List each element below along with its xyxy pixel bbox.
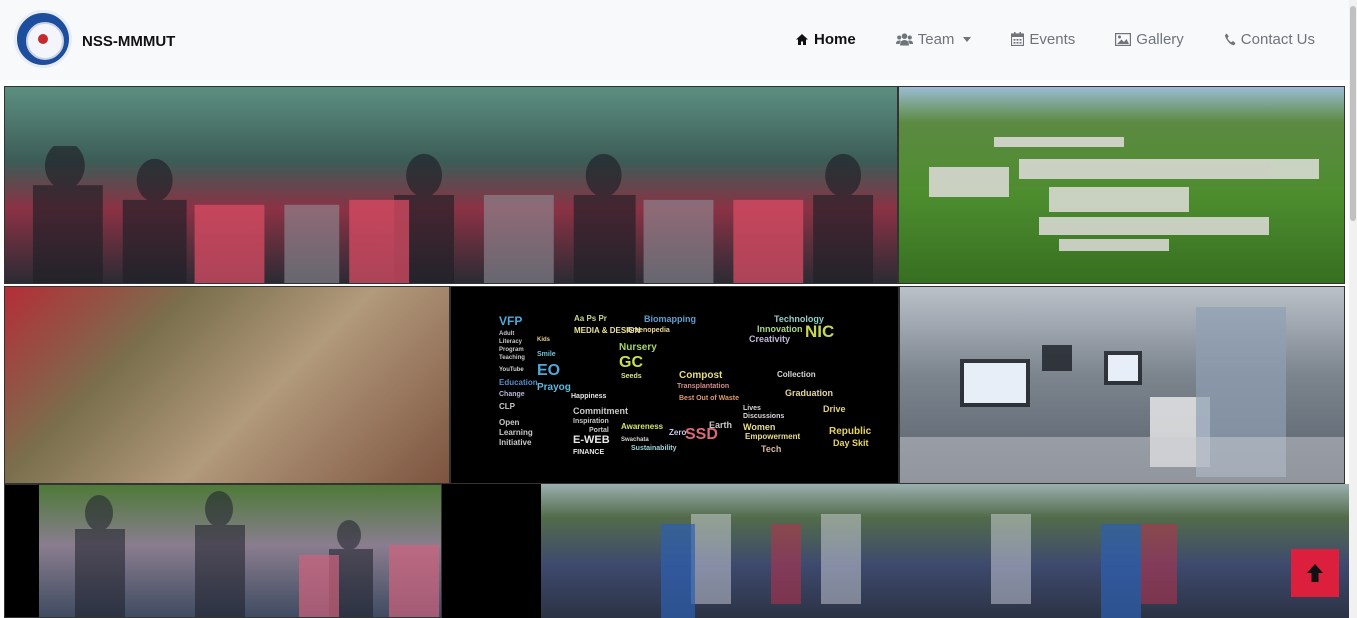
wordcloud-word: Portal <box>589 427 609 434</box>
wordcloud-word: Lives <box>743 405 761 412</box>
team-group-photo <box>4 86 898 284</box>
wordcloud-word: Biomapping <box>644 314 696 324</box>
nav-gallery[interactable]: Gallery <box>1115 28 1184 50</box>
volunteers-photo-inner <box>39 485 441 617</box>
wordcloud-word: Zero <box>669 428 687 437</box>
wordcloud-word: Inspiration <box>573 418 609 425</box>
nav-home[interactable]: Home <box>795 28 856 50</box>
wordcloud-word: Change <box>499 391 525 398</box>
wordcloud-word: Sustainability <box>631 445 677 452</box>
wordcloud-word: Graduation <box>785 388 834 398</box>
wordcloud-word: GC <box>619 354 643 371</box>
image-icon <box>1115 32 1132 46</box>
wordcloud-word: Program <box>499 347 524 353</box>
wordcloud-word: Open <box>499 418 520 427</box>
nss-emblem-icon <box>14 10 72 68</box>
wordcloud-word: Nursery <box>619 342 657 353</box>
wordcloud-word: Collection <box>777 370 816 379</box>
wordcloud-word: Transplantation <box>677 383 730 390</box>
main-nav: Home Team Events Gallery Contact Us <box>755 28 1315 50</box>
wordcloud-word: Happiness <box>571 393 607 400</box>
wordcloud-word: Best Out of Waste <box>679 395 740 402</box>
wordcloud-word: Republic <box>829 426 872 437</box>
phone-icon <box>1224 33 1236 45</box>
scrollbar-thumb[interactable] <box>1350 6 1356 221</box>
activities-wordcloud: VFP Aa Ps Pr Biomapping Technology MEDIA… <box>450 286 899 484</box>
wordcloud-word: Adult <box>499 331 515 337</box>
wordcloud-word: Teaching <box>499 355 525 361</box>
wordcloud-word: Literacy <box>499 339 523 345</box>
wordcloud-word: Empowerment <box>745 432 801 441</box>
nav-contact-label: Contact Us <box>1240 30 1315 48</box>
wordcloud-word: Education <box>499 378 538 387</box>
users-icon <box>895 32 913 45</box>
people-silhouettes <box>661 514 1177 618</box>
computer-lab-photo <box>899 286 1345 484</box>
wordcloud-word: Swachata <box>621 437 649 443</box>
wordcloud-word: Greenopedia <box>627 327 670 334</box>
wordcloud-word: Initiative <box>499 438 532 447</box>
wordcloud-word: Discussions <box>743 413 785 420</box>
wordcloud-word: Learning <box>499 428 533 437</box>
wordcloud-word: Tech <box>761 444 782 454</box>
wordcloud-word: E-WEB <box>573 434 610 446</box>
home-icon <box>796 33 809 45</box>
photo-gallery: VFP Aa Ps Pr Biomapping Technology MEDIA… <box>0 80 1349 618</box>
chevron-down-icon <box>963 36 972 42</box>
nav-gallery-label: Gallery <box>1136 30 1184 48</box>
top-navbar: NSS-MMMUT Home Team Events Gallery Conta… <box>0 0 1357 80</box>
lab-scene <box>900 307 1344 483</box>
nav-events[interactable]: Events <box>1011 28 1075 50</box>
outdoor-group-photo <box>541 484 1349 618</box>
wordcloud-word: Drive <box>823 404 846 414</box>
wordcloud-word: Women <box>743 422 776 432</box>
wordcloud-word: YouTube <box>499 367 524 373</box>
wordcloud-word: NIC <box>805 322 835 341</box>
wordcloud-word: Day Skit <box>833 438 869 448</box>
crowd-pattern <box>929 137 1319 251</box>
nav-home-label: Home <box>814 30 856 48</box>
back-to-top-button[interactable] <box>1291 549 1339 597</box>
wordcloud-word: Awareness <box>621 422 664 431</box>
wordcloud-word: Compost <box>679 370 723 381</box>
wordcloud-word: Seeds <box>621 373 642 380</box>
wordcloud-word: FINANCE <box>573 449 605 456</box>
wordcloud-word: Innovation <box>757 324 803 334</box>
page-scrollbar[interactable] <box>1349 0 1357 618</box>
nav-events-label: Events <box>1029 30 1076 48</box>
nav-team-label: Team <box>917 30 955 48</box>
wordcloud-word: Aa Ps Pr <box>574 314 607 323</box>
arrow-up-icon <box>1307 564 1323 582</box>
wordcloud-word: Kids <box>537 337 551 343</box>
nav-team[interactable]: Team <box>895 28 972 50</box>
wordcloud-word: EO <box>537 362 561 379</box>
wordcloud-word: SSD <box>685 426 718 443</box>
people-silhouettes <box>75 491 439 617</box>
campus-formation-photo <box>898 86 1345 284</box>
brand[interactable]: NSS-MMMUT <box>14 10 175 68</box>
volunteers-group-photo <box>4 484 442 618</box>
wordcloud-word: Prayog <box>537 382 571 393</box>
brand-name: NSS-MMMUT <box>82 32 176 50</box>
people-silhouettes <box>32 145 874 283</box>
wordcloud-word: Creativity <box>749 334 791 344</box>
nav-contact[interactable]: Contact Us <box>1224 28 1315 50</box>
wordcloud-word: VFP <box>499 314 523 328</box>
wordcloud-word: Smile <box>537 351 556 358</box>
plantation-collage-photo <box>4 286 450 484</box>
wordcloud-area: VFP Aa Ps Pr Biomapping Technology MEDIA… <box>499 314 872 457</box>
wordcloud-word: CLP <box>499 402 515 411</box>
calendar-icon <box>1011 32 1025 46</box>
wordcloud-word: Commitment <box>573 406 629 416</box>
